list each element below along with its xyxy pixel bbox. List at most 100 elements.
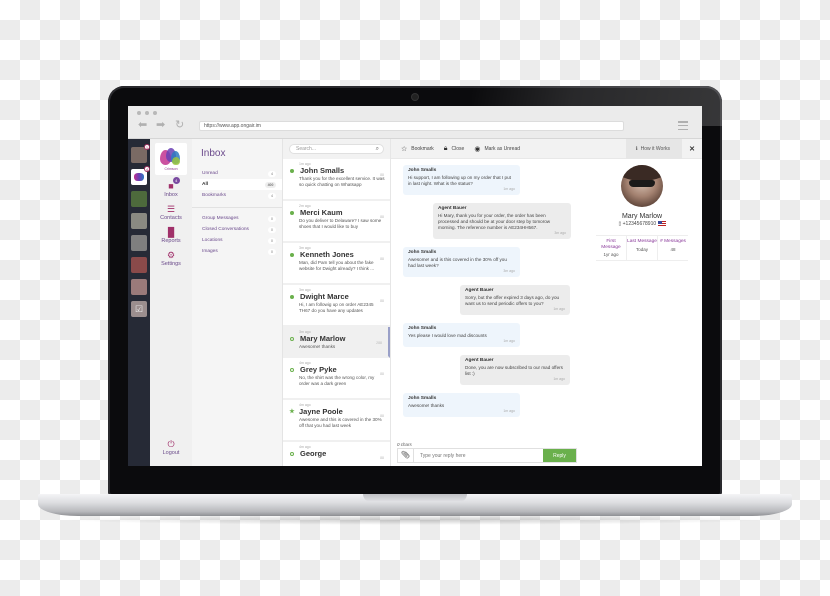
dock-app-3[interactable] <box>131 191 147 207</box>
stat-label: Last Message <box>627 239 657 244</box>
message-sender: John Smalls <box>408 168 437 173</box>
nav-item-label: Inbox <box>164 192 178 198</box>
folder-group-messages[interactable]: Group Messages 0 <box>192 213 282 224</box>
dock-app-6[interactable] <box>131 257 147 273</box>
conversation-name: Dwight Marce <box>300 292 349 301</box>
contact-phone: +12345678910 <box>622 221 657 227</box>
search-input[interactable]: Search... ⌕ <box>289 144 384 154</box>
folder-count: 0 <box>268 226 276 233</box>
dock-app-8[interactable]: ☑ <box>131 301 147 317</box>
dock-app-1[interactable]: 1 <box>131 144 150 163</box>
stat-label: First Message <box>601 239 621 250</box>
chat-panel: ☆ Bookmark 🔒︎ Close ◉ Mark as Unread ℹ H… <box>391 138 702 466</box>
stat-label: # Messages <box>660 239 686 244</box>
folder-count: 0 <box>268 237 276 244</box>
conversation-item[interactable]: 4m ago ★ Jayne Poole Awesome and this is co… <box>283 400 390 442</box>
laptop-shadow <box>60 515 770 525</box>
dock-app-4[interactable] <box>131 213 147 229</box>
conversation-item[interactable]: 4m ago Grey Pyke No, the shirt was the wro… <box>283 358 390 400</box>
folder-bookmarks[interactable]: Bookmarks 4 <box>192 190 282 201</box>
conversation-item[interactable]: 2m ago Merci Kaum Do you deliver to Delawa… <box>283 201 390 243</box>
window-close-dot[interactable] <box>137 111 141 115</box>
power-icon: ⏻ <box>167 439 175 449</box>
paperclip-icon[interactable]: 📎︎ <box>398 449 414 462</box>
how-it-works-button[interactable]: ℹ How it Works <box>625 138 682 159</box>
incoming-message: John Smalls Awesome! thanks 1m ago <box>403 393 520 417</box>
arrow-right-icon[interactable]: ➡ <box>156 120 165 131</box>
message-sender: Agent Bauer <box>438 206 467 211</box>
nav-item-inbox[interactable]: ■ 4 Inbox <box>164 177 180 198</box>
conversation-tag: 88 <box>380 173 384 177</box>
address-bar[interactable]: https://www.app.ongair.im <box>199 121 624 131</box>
dock-app-7[interactable] <box>131 279 147 295</box>
stat-value: 48 <box>670 246 676 252</box>
read-circle-icon <box>290 336 294 341</box>
main-nav: Crimson ■ 4 Inbox ☰ Contacts ▐▌ Reports ⚙… <box>150 139 192 466</box>
crimson-logo-icon <box>160 147 182 166</box>
folder-count: 400 <box>265 181 276 188</box>
conversation-tag: 288 <box>376 341 382 345</box>
stat-first-message: First Message 1yr ago <box>596 236 627 260</box>
conversation-name: Jayne Poole <box>299 407 343 416</box>
message-sender: John Smalls <box>408 396 437 401</box>
avatar-glasses <box>629 180 655 187</box>
nav-item-reports[interactable]: ▐▌ Reports <box>161 227 180 244</box>
conversation-item[interactable]: 3m ago Mary Marlow Awesome! thanks 288 <box>283 327 390 358</box>
hamburger-icon[interactable] <box>678 121 688 130</box>
message-thread: John Smalls Hi support, I am following up… <box>391 159 577 466</box>
arrow-left-icon[interactable]: ⬅ <box>138 120 147 131</box>
reload-icon[interactable]: ↻ <box>175 120 184 131</box>
laptop-notch <box>363 494 467 502</box>
folder-closed-conversations[interactable]: Closed Conversations 0 <box>192 224 282 235</box>
us-flag-icon <box>657 221 666 227</box>
conversation-tag: 88 <box>380 215 384 219</box>
conversation-preview: Thank you for the excellent service. It … <box>299 176 385 187</box>
incoming-message: John Smalls Yes please I would love mad d… <box>403 323 520 347</box>
reply-button[interactable]: Reply <box>543 449 576 462</box>
message-sender: John Smalls <box>408 250 437 255</box>
dock-app-5[interactable] <box>131 235 147 251</box>
star-outline-icon: ☆ <box>401 145 408 153</box>
incoming-message: John Smalls Awesome! and is this covered … <box>403 247 520 277</box>
unread-dot-icon <box>290 210 294 215</box>
star-icon: ★ <box>289 409 295 415</box>
reply-input[interactable] <box>414 449 543 462</box>
message-time: 1m ago <box>553 307 565 311</box>
contact-phone-row: ▯ +12345678910 <box>582 221 702 227</box>
close-icon[interactable]: ✕ <box>682 145 702 153</box>
conversation-item[interactable]: 3m ago Dwight Marce Hi, I am followig up o… <box>283 285 390 327</box>
folder-images[interactable]: Images 0 <box>192 246 282 257</box>
conversation-preview: Man, did Pam tell you about the fake web… <box>299 260 375 271</box>
folder-locations[interactable]: Locations 0 <box>192 235 282 246</box>
conversation-item[interactable]: 4m ago George 88 <box>283 442 390 466</box>
folder-unread[interactable]: Unread 4 <box>192 168 282 179</box>
window-minimize-dot[interactable] <box>145 111 149 115</box>
dock-app-crimson[interactable]: 4 <box>131 166 150 185</box>
folder-label: Unread <box>202 171 218 176</box>
nav-item-contacts[interactable]: ☰ Contacts <box>160 204 182 221</box>
conversation-item[interactable]: 1m ago John Smalls Thank you for the excel… <box>283 159 390 201</box>
checkbox-icon: ☑ <box>134 303 144 314</box>
nav-item-settings[interactable]: ⚙ Settings <box>161 250 181 267</box>
chat-icon: ■ 4 <box>168 177 180 191</box>
chat-toolbar: ☆ Bookmark 🔒︎ Close ◉ Mark as Unread ℹ H… <box>391 138 702 159</box>
bookmark-label: Bookmark <box>411 145 434 152</box>
folder-all[interactable]: All 400 <box>192 179 282 190</box>
folder-label: Images <box>202 249 218 254</box>
message-time: 1m ago <box>503 339 515 343</box>
settings-icon: ⚙ <box>166 250 176 260</box>
avatar <box>621 165 663 207</box>
how-it-works-label: How it Works <box>640 145 670 152</box>
search-icon[interactable]: ⌕ <box>376 145 379 153</box>
info-icon: ℹ <box>635 145 638 152</box>
window-maximize-dot[interactable] <box>153 111 157 115</box>
conversation-item[interactable]: 3m ago Kenneth Jones Man, did Pam tell you… <box>283 243 390 285</box>
mark-unread-button[interactable]: ◉ Mark as Unread <box>474 145 520 153</box>
logout-button[interactable]: ⏻ Logout <box>150 439 192 456</box>
bookmark-button[interactable]: ☆ Bookmark <box>401 145 434 153</box>
crimson-logo[interactable]: Crimson <box>155 143 187 175</box>
folder-label: Bookmarks <box>202 193 226 198</box>
unread-dot-icon <box>290 252 294 257</box>
outgoing-message: Agent Bauer Sorry, but the offer expired … <box>460 285 570 315</box>
close-conversation-button[interactable]: 🔒︎ Close <box>444 145 465 153</box>
